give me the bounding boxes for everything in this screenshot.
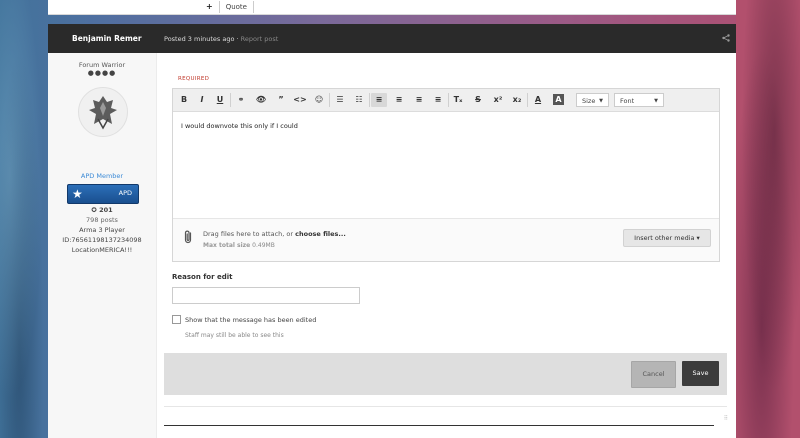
toolbar-divider [448,93,449,107]
reputation: ✪ 201 [91,206,113,214]
cancel-button[interactable]: Cancel [631,361,676,388]
attach-text: Drag files here to attach, or [203,230,296,238]
required-label: REQUIRED [178,76,210,82]
form-actions: Cancel Save [164,353,727,395]
author-name[interactable]: Benjamin Remer [72,34,142,43]
editor-toolbar: B I U ⚭ 👁 ” <> ☺ ☰ ☷ ≡ ≡ ≡ ≡ Tₓ S x² x₂ … [173,89,719,112]
post-edit-panel: Benjamin Remer Posted 3 minutes ago · Re… [48,24,736,438]
font-family-dropdown[interactable]: Font ▼ [614,93,664,107]
chevron-down-icon: ▼ [654,98,658,104]
size-label: Size [582,97,596,105]
editor-area: REQUIRED B I U ⚭ 👁 ” <> ☺ ☰ ☷ ≡ ≡ ≡ ≡ Tₓ… [156,53,736,438]
quote-icon[interactable]: ” [273,93,289,107]
report-post-link[interactable]: Report post [241,35,279,43]
show-edited-checkbox[interactable] [172,315,181,324]
game-field: Arma 3 Player [79,226,125,234]
chevron-down-icon: ▼ [599,98,603,104]
clear-format-icon[interactable]: Tₓ [450,93,466,107]
rank-pips: ●●●● [87,69,117,77]
badge-label: APD [118,189,132,197]
reason-for-edit-input[interactable] [172,287,360,304]
post-header: Benjamin Remer Posted 3 minutes ago · Re… [48,24,736,53]
strikethrough-button[interactable]: S [470,93,486,107]
post-count: 798 posts [86,216,118,224]
rich-text-editor: B I U ⚭ 👁 ” <> ☺ ☰ ☷ ≡ ≡ ≡ ≡ Tₓ S x² x₂ … [172,88,720,262]
align-right-icon[interactable]: ≡ [411,93,427,107]
align-left-icon[interactable]: ≡ [371,93,387,107]
author-sidebar: Forum Warrior ●●●● APD Member ★ APD ✪ 20… [48,53,157,438]
emoji-icon[interactable]: ☺ [311,93,327,107]
previous-post-footer: + Quote [48,0,736,15]
font-size-dropdown[interactable]: Size ▼ [576,93,609,107]
quote-label: Quote [225,2,247,11]
quote-button[interactable]: + Quote [206,0,254,13]
divider [164,406,727,407]
insert-other-media-button[interactable]: Insert other media ▾ [623,229,711,247]
max-size-value: 0.49MB [252,242,275,249]
reason-for-edit-label: Reason for edit [172,273,233,281]
max-size-info: Max total size 0.49MB [203,242,275,249]
justify-icon[interactable]: ≡ [430,93,446,107]
post-time: Posted 3 minutes ago [164,35,235,43]
post-meta: Posted 3 minutes ago · Report post [164,35,278,43]
id-field: ID:76561198137234098 [62,236,142,244]
subscript-icon[interactable]: x₂ [509,93,525,107]
plus-icon: + [206,2,213,11]
share-icon[interactable] [722,34,730,42]
spoiler-eye-icon[interactable]: 👁 [253,93,269,107]
eagle-emblem-icon [89,96,117,130]
show-edited-label[interactable]: Show that the message has been edited [185,316,316,324]
superscript-icon[interactable]: x² [490,93,506,107]
toolbar-divider [329,93,330,107]
toolbar-divider [369,93,370,107]
attach-instructions: Drag files here to attach, or choose fil… [203,230,346,238]
choose-files-link[interactable]: choose files... [295,230,346,238]
staff-visibility-hint: Staff may still be able to see this [185,332,284,339]
font-color-icon[interactable]: A [530,93,546,107]
member-group: APD Member [80,172,124,180]
divider [164,425,714,426]
link-icon[interactable]: ⚭ [233,93,249,107]
paperclip-icon [184,230,192,244]
resize-grip-icon: ⠿ [723,415,728,422]
numbered-list-icon[interactable]: ☷ [351,93,367,107]
font-label: Font [620,97,635,105]
save-button[interactable]: Save [682,361,719,386]
location-field: LocationMERICA!!! [71,246,133,254]
align-center-icon[interactable]: ≡ [391,93,407,107]
max-size-label: Max total size [203,242,251,249]
background-color-icon[interactable]: A [553,94,564,105]
apd-badge: ★ APD [67,184,139,204]
avatar[interactable] [78,87,128,137]
background-left [0,0,48,438]
bullet-list-icon[interactable]: ☰ [332,93,348,107]
background-right [736,0,800,438]
toolbar-divider [230,93,231,107]
code-icon[interactable]: <> [292,93,308,107]
attachment-dropzone[interactable]: Drag files here to attach, or choose fil… [173,218,719,261]
bold-button[interactable]: B [176,93,192,107]
underline-button[interactable]: U [212,93,228,107]
divider [252,0,254,13]
italic-button[interactable]: I [194,93,210,107]
toolbar-divider [527,93,528,107]
divider [218,0,220,13]
editor-content[interactable]: I would downvote this only if I could [181,122,298,130]
star-icon: ★ [72,187,83,201]
member-rank: Forum Warrior [78,61,126,69]
